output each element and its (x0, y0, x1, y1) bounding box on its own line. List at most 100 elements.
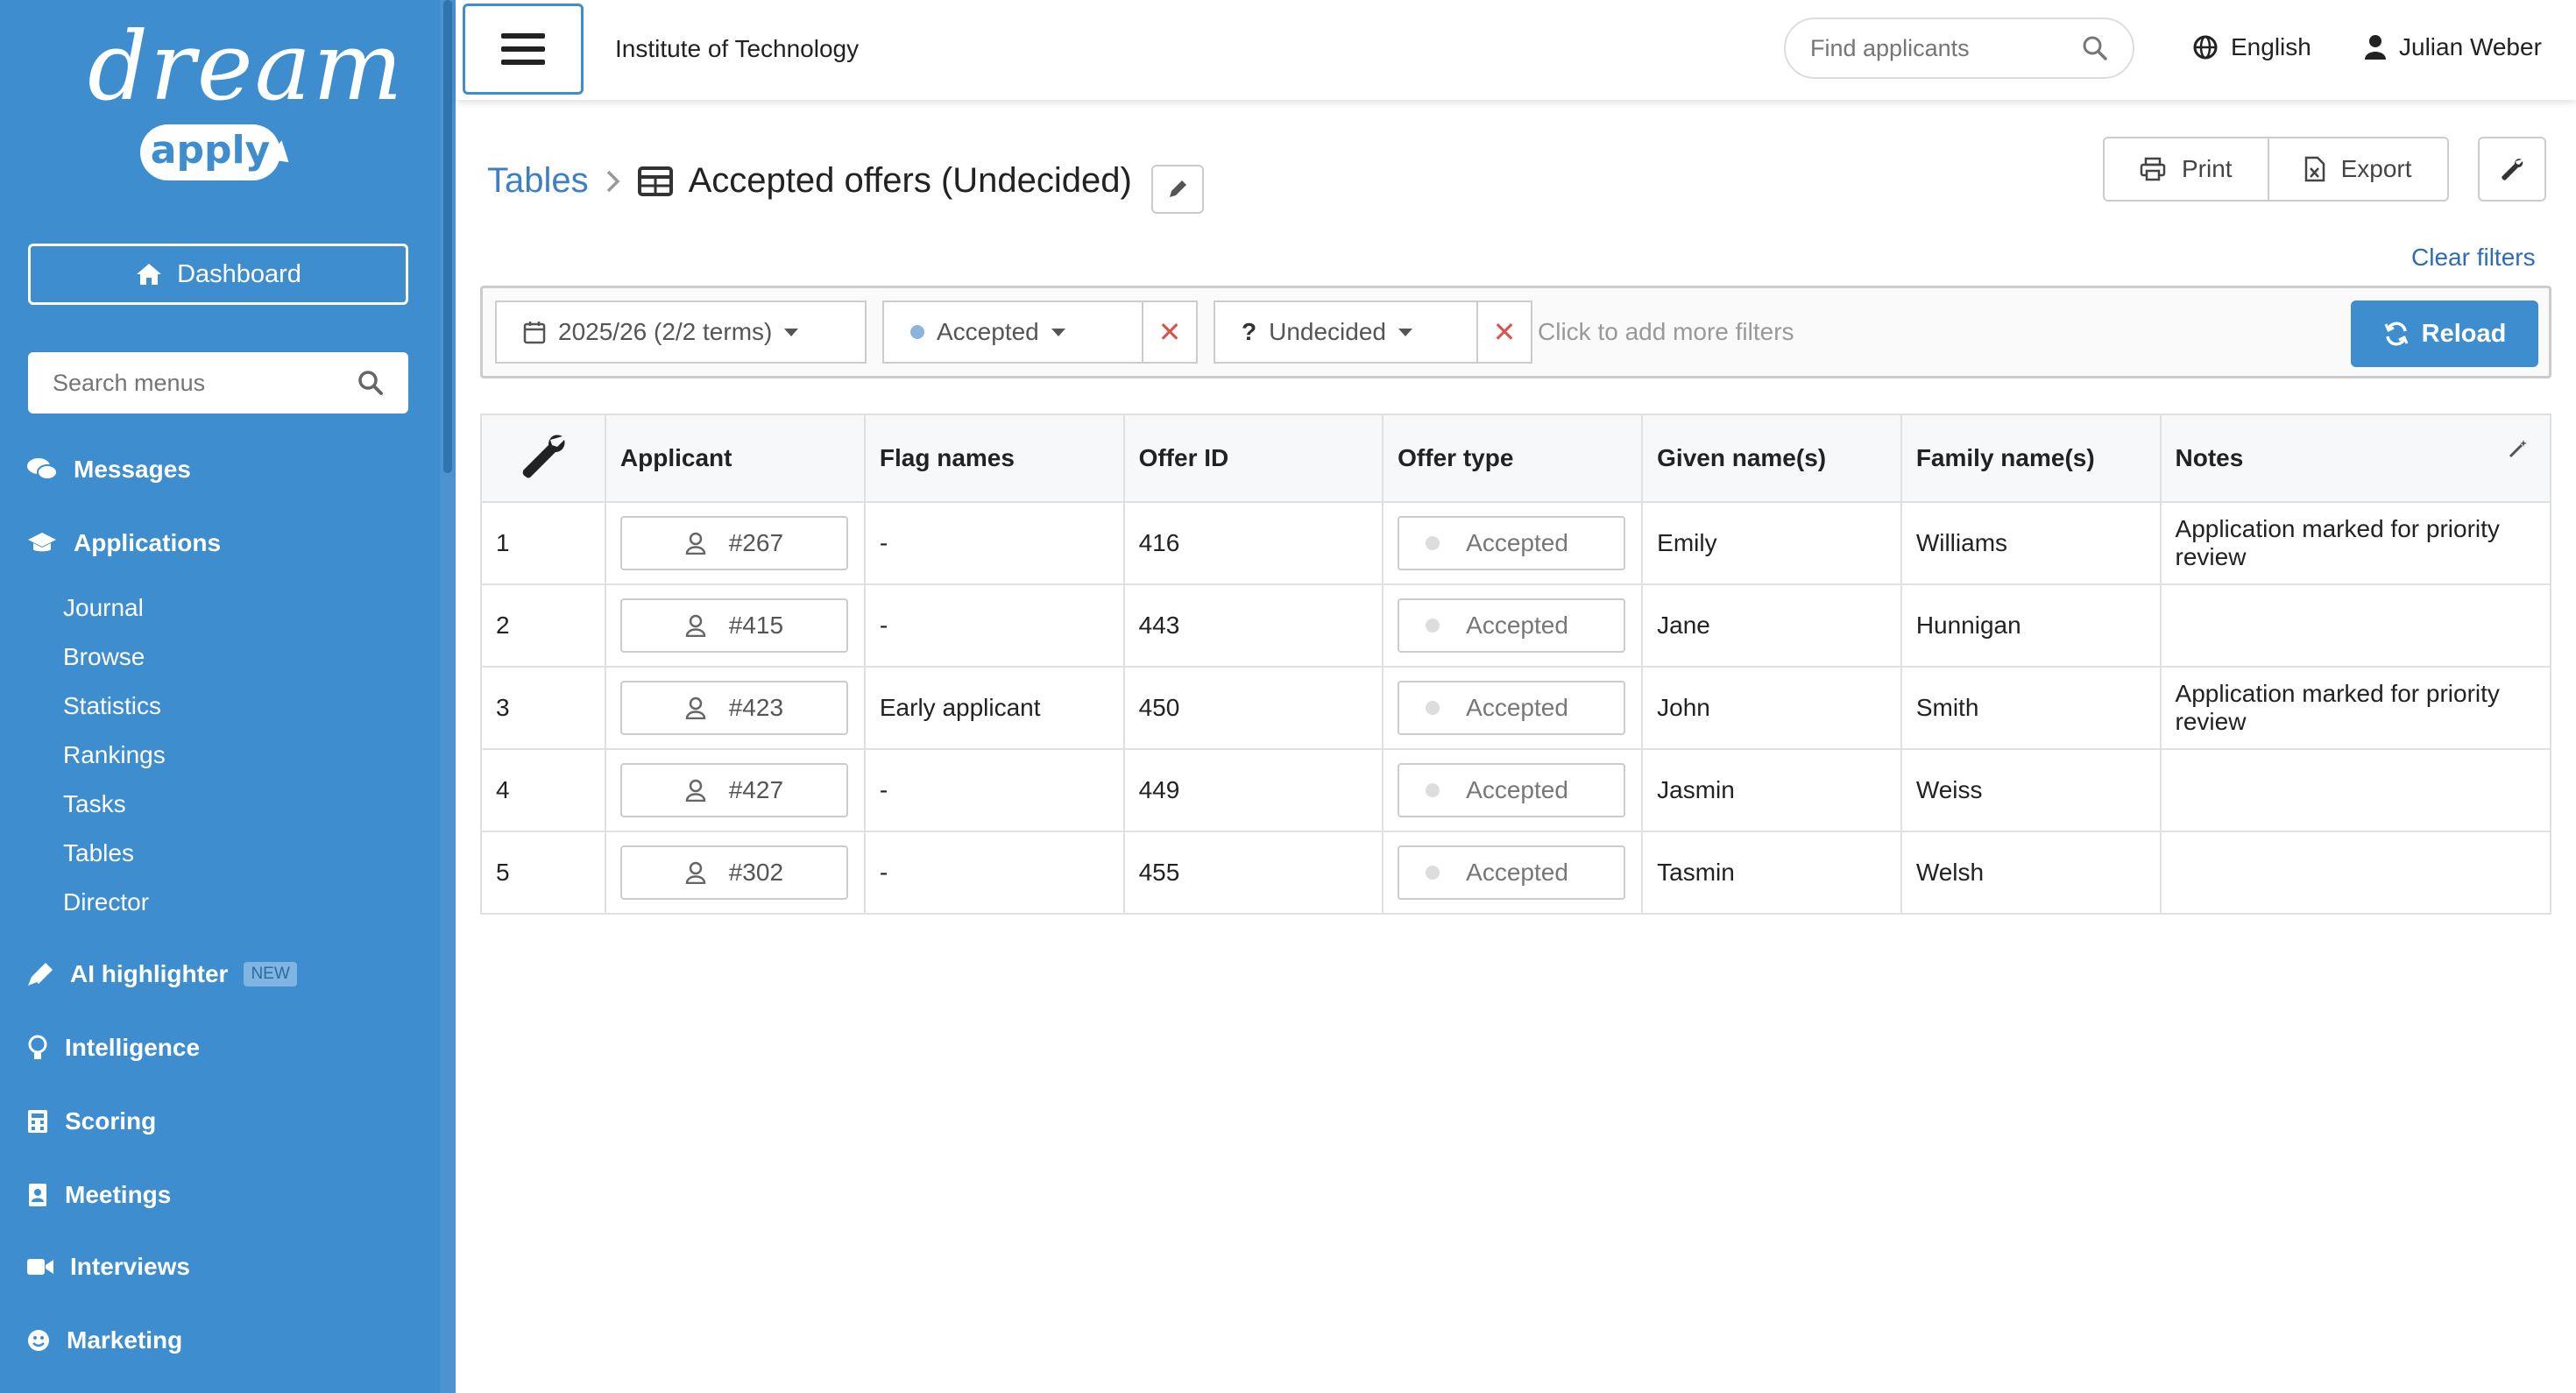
find-applicants-search[interactable] (1784, 18, 2134, 79)
page-title: Accepted offers (Undecided) (688, 161, 1132, 200)
home-icon (137, 264, 162, 285)
column-header-offer-id[interactable]: Offer ID (1122, 414, 1384, 503)
column-header-notes[interactable]: Notes (2159, 414, 2552, 503)
flag-cell: Early applicant (863, 666, 1125, 750)
print-label: Print (2182, 155, 2233, 182)
nav-journal[interactable]: Journal (63, 594, 144, 622)
menu-search[interactable] (28, 352, 408, 414)
decision-filter[interactable]: ? Undecided (1214, 301, 1478, 364)
nav-ai-highlighter[interactable]: AI highlighter NEW (26, 960, 297, 988)
flag-cell: - (863, 501, 1125, 585)
caret-down-icon (1051, 328, 1065, 336)
hamburger-line (501, 46, 545, 52)
menu-search-input[interactable] (53, 369, 333, 397)
table-row[interactable]: 2 #415 - 443 Accepted Jane Hunnigan (480, 583, 2552, 668)
nav-rankings[interactable]: Rankings (63, 741, 166, 769)
search-icon[interactable] (2082, 35, 2108, 61)
clear-filters-link[interactable]: Clear filters (2411, 244, 2536, 272)
edit-title-button[interactable] (1151, 165, 1204, 214)
applicant-link[interactable]: #267 (619, 516, 848, 570)
row-number: 1 (480, 501, 606, 585)
highlighter-icon (28, 963, 53, 986)
reload-button[interactable]: Reload (2351, 301, 2538, 367)
offer-type-cell: Accepted (1382, 583, 1644, 668)
user-outline-icon (685, 614, 705, 637)
settings-wrench-button[interactable] (2478, 137, 2546, 202)
excel-file-icon (2304, 156, 2325, 182)
offer-type-badge[interactable]: Accepted (1398, 516, 1626, 570)
remove-status-filter-button[interactable]: ✕ (1142, 301, 1198, 364)
hamburger-menu-button[interactable] (463, 4, 584, 95)
applicant-link[interactable]: #423 (619, 681, 848, 735)
column-header-family-names[interactable]: Family name(s) (1900, 414, 2162, 503)
status-dot-icon (910, 325, 924, 339)
offer-type-badge[interactable]: Accepted (1398, 598, 1626, 653)
table-row[interactable]: 1 #267 - 416 Accepted Emily Williams App… (480, 501, 2552, 585)
dreamapply-logo[interactable]: dream apply (88, 12, 402, 196)
nav-meetings[interactable]: Meetings (26, 1181, 171, 1209)
row-number: 4 (480, 748, 606, 832)
column-header-offer-type[interactable]: Offer type (1382, 414, 1644, 503)
nav-browse[interactable]: Browse (63, 643, 145, 671)
top-bar: Institute of Technology English Julian W… (456, 0, 2576, 100)
print-button[interactable]: Print (2105, 138, 2268, 200)
family-name-cell: Weiss (1900, 748, 2162, 832)
nav-marketing[interactable]: Marketing (26, 1326, 182, 1354)
dashboard-button[interactable]: Dashboard (28, 244, 408, 305)
column-header-given-names[interactable]: Given name(s) (1641, 414, 1902, 503)
comments-icon (27, 458, 58, 480)
results-table: Applicant Flag names Offer ID Offer type… (480, 414, 2552, 915)
table-settings-header[interactable] (480, 414, 606, 503)
nav-statistics[interactable]: Statistics (63, 692, 161, 720)
export-button[interactable]: Export (2267, 138, 2447, 200)
nav-applications[interactable]: Applications (26, 529, 221, 557)
table-row[interactable]: 4 #427 - 449 Accepted Jasmin Weiss (480, 748, 2552, 832)
user-outline-icon (685, 861, 705, 884)
sidebar-scrollbar-thumb[interactable] (443, 0, 452, 473)
table-row[interactable]: 5 #302 - 455 Accepted Tasmin Welsh (480, 831, 2552, 915)
video-camera-icon (27, 1259, 53, 1275)
sidebar-scrollbar[interactable] (440, 0, 456, 1393)
offer-type-badge[interactable]: Accepted (1398, 681, 1626, 735)
nav-tables[interactable]: Tables (63, 839, 134, 867)
nav-director[interactable]: Director (63, 888, 149, 916)
flag-cell: - (863, 831, 1125, 915)
search-icon[interactable] (357, 370, 384, 396)
term-filter-label: 2025/26 (2/2 terms) (558, 318, 773, 345)
calendar-icon (523, 322, 546, 344)
nav-messages[interactable]: Messages (26, 456, 191, 484)
applicant-cell: #423 (604, 666, 866, 750)
notes-cell (2159, 748, 2552, 832)
nav-intelligence[interactable]: Intelligence (26, 1034, 200, 1062)
breadcrumb-tables-link[interactable]: Tables (487, 161, 589, 201)
magic-wand-icon[interactable] (2508, 438, 2529, 459)
applicant-link[interactable]: #302 (619, 845, 848, 900)
user-name: Julian Weber (2399, 33, 2542, 60)
column-header-flag-names[interactable]: Flag names (863, 414, 1125, 503)
applicant-link[interactable]: #415 (619, 598, 848, 653)
nav-scoring[interactable]: Scoring (26, 1107, 156, 1135)
user-menu[interactable]: Julian Weber (2364, 33, 2542, 61)
nav-interviews[interactable]: Interviews (26, 1253, 190, 1281)
term-filter[interactable]: 2025/26 (2/2 terms) (495, 301, 867, 364)
table-row[interactable]: 3 #423 Early applicant 450 Accepted John… (480, 666, 2552, 750)
offer-type-badge[interactable]: Accepted (1398, 763, 1626, 817)
status-dot-icon (1426, 701, 1440, 715)
applicant-link[interactable]: #427 (619, 763, 848, 817)
offer-type-badge[interactable]: Accepted (1398, 845, 1626, 900)
notes-cell: Application marked for priority review (2159, 501, 2552, 585)
column-header-applicant[interactable]: Applicant (604, 414, 866, 503)
add-filters-input[interactable]: Click to add more filters (1538, 318, 1794, 346)
find-applicants-input[interactable] (1810, 34, 2073, 62)
offer-type-cell: Accepted (1382, 666, 1644, 750)
nav-tasks[interactable]: Tasks (63, 790, 126, 818)
family-name-cell: Hunnigan (1900, 583, 2162, 668)
breadcrumb: Tables Accepted offers (Undecided) (487, 161, 1132, 201)
row-number: 5 (480, 831, 606, 915)
wrench-icon[interactable] (517, 429, 570, 482)
status-dot-icon (1426, 783, 1440, 797)
remove-decision-filter-button[interactable]: ✕ (1476, 301, 1532, 364)
language-selector[interactable]: English (2192, 33, 2311, 61)
dashboard-label: Dashboard (177, 259, 301, 288)
status-filter[interactable]: Accepted (882, 301, 1143, 364)
